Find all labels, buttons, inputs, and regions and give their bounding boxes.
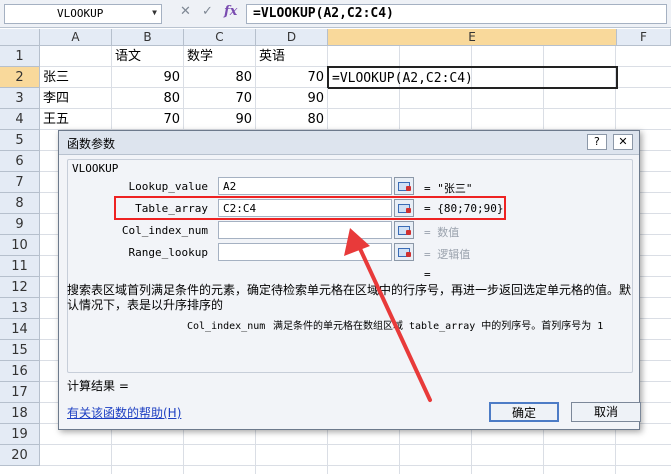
annotation-arrow (344, 228, 432, 402)
